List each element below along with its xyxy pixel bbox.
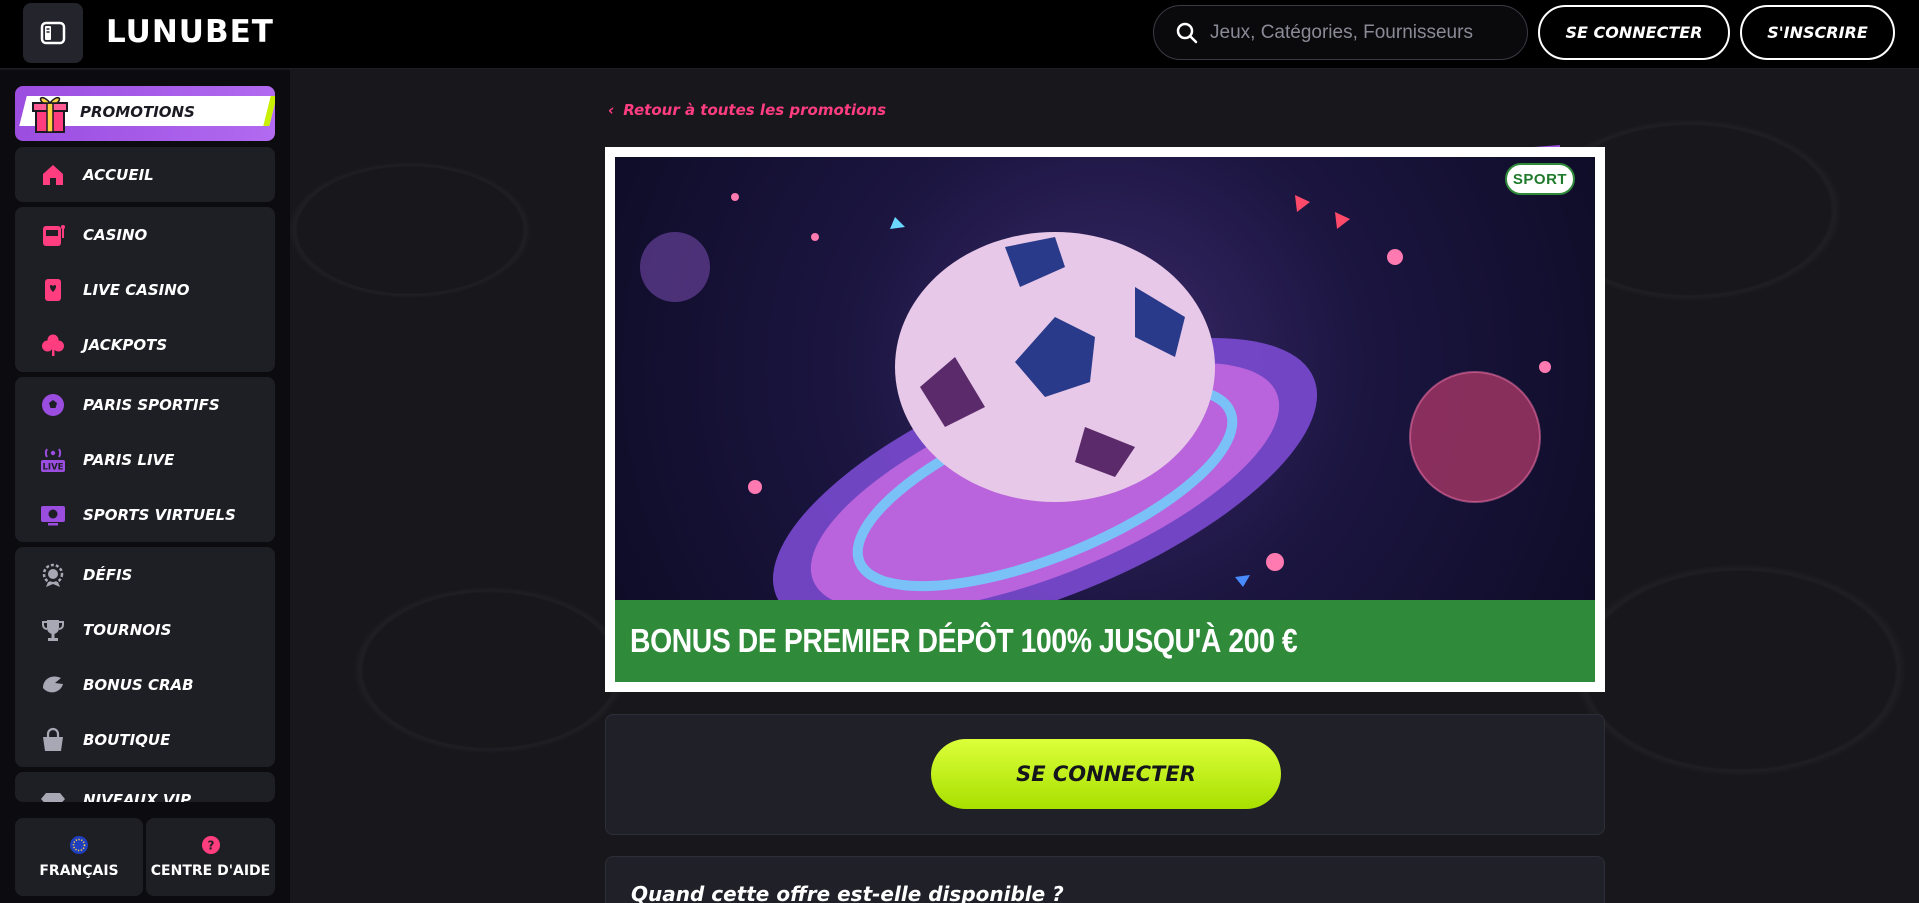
- slot-machine-icon: [40, 222, 66, 248]
- help-center-button[interactable]: ? CENTRE D'AIDE: [146, 818, 275, 896]
- help-icon: ?: [201, 836, 220, 854]
- svg-text:?: ?: [207, 839, 214, 853]
- sidebar-item-label: CASINO: [83, 225, 148, 244]
- chevron-left-icon: ‹: [608, 101, 615, 119]
- sidebar-item-paris-live[interactable]: LIVE PARIS LIVE: [15, 432, 275, 487]
- nav-group-sports: PARIS SPORTIFS LIVE PARIS LIVE SPORTS VI…: [15, 377, 275, 542]
- sidebar-toggle-icon: [40, 21, 66, 45]
- playing-card-icon: [40, 277, 66, 303]
- site-logo[interactable]: LUNUBET: [106, 14, 274, 50]
- language-selector[interactable]: FRANÇAIS: [15, 818, 143, 896]
- banner-title: BONUS DE PREMIER DÉPÔT 100% JUSQU'À 200 …: [630, 622, 1298, 659]
- sidebar-item-jackpots[interactable]: JACKPOTS: [15, 317, 275, 372]
- promotion-banner: BONUS DE PREMIER DÉPÔT 100% JUSQU'À 200 …: [605, 147, 1605, 692]
- trophy-icon: [40, 617, 66, 643]
- sidebar-item-label: JACKPOTS: [83, 335, 168, 354]
- sidebar-item-label: BONUS CRAB: [83, 675, 194, 694]
- crab-claw-icon: [40, 672, 66, 698]
- back-link-label: Retour à toutes les promotions: [623, 101, 886, 119]
- cta-panel: SE CONNECTER: [605, 714, 1605, 835]
- sidebar-item-casino[interactable]: CASINO: [15, 207, 275, 262]
- top-header: LUNUBET SE CONNECTER S'INSCRIRE: [0, 0, 1919, 69]
- sport-badge: SPORT: [1505, 163, 1575, 195]
- search-icon: [1176, 22, 1198, 43]
- live-broadcast-icon: LIVE: [40, 447, 66, 473]
- nav-group-vip: NIVEAUX VIP: [15, 772, 275, 802]
- virtual-screen-icon: [40, 502, 66, 528]
- sidebar-item-promotions[interactable]: PROMOTIONS: [15, 86, 275, 141]
- sidebar-item-label: PROMOTIONS: [80, 103, 195, 121]
- diamond-icon: [40, 787, 66, 802]
- sidebar-item-label: LIVE CASINO: [83, 280, 190, 299]
- header-register-button[interactable]: S'INSCRIRE: [1740, 5, 1895, 60]
- sidebar-item-bonus-crab[interactable]: BONUS CRAB: [15, 657, 275, 712]
- main-content: ‹ Retour à toutes les promotions BONUS D…: [290, 70, 1919, 903]
- clover-icon: [40, 332, 66, 358]
- login-cta-button[interactable]: SE CONNECTER: [931, 739, 1281, 809]
- header-login-button[interactable]: SE CONNECTER: [1538, 5, 1730, 60]
- sidebar-item-label: TOURNOIS: [83, 620, 172, 639]
- search-box[interactable]: [1153, 5, 1528, 60]
- soccer-ball-icon: [40, 392, 66, 418]
- sidebar-item-label: ACCUEIL: [83, 165, 154, 184]
- search-input[interactable]: [1210, 21, 1510, 44]
- medal-icon: [40, 562, 66, 588]
- faq-question: Quand cette offre est-elle disponible ?: [631, 882, 1064, 903]
- faq-panel[interactable]: Quand cette offre est-elle disponible ?: [605, 856, 1605, 903]
- sidebar-item-paris-sportifs[interactable]: PARIS SPORTIFS: [15, 377, 275, 432]
- home-icon: [40, 162, 66, 188]
- sidebar-item-label: NIVEAUX VIP: [83, 790, 192, 803]
- shopping-bag-icon: [40, 727, 66, 753]
- sidebar-item-accueil[interactable]: ACCUEIL: [15, 147, 275, 202]
- sidebar-item-label: PARIS LIVE: [83, 450, 175, 469]
- sidebar-item-live-casino[interactable]: LIVE CASINO: [15, 262, 275, 317]
- sidebar-toggle-button[interactable]: [23, 3, 83, 63]
- back-to-promotions-link[interactable]: ‹ Retour à toutes les promotions: [608, 101, 886, 119]
- sidebar-item-label: PARIS SPORTIFS: [83, 395, 220, 414]
- gift-icon: [32, 96, 68, 133]
- sidebar-item-tournois[interactable]: TOURNOIS: [15, 602, 275, 657]
- sidebar-item-defis[interactable]: DÉFIS: [15, 547, 275, 602]
- banner-image: BONUS DE PREMIER DÉPÔT 100% JUSQU'À 200 …: [615, 157, 1595, 682]
- sidebar-item-niveaux-vip[interactable]: NIVEAUX VIP: [15, 772, 275, 802]
- sidebar-item-boutique[interactable]: BOUTIQUE: [15, 712, 275, 767]
- nav-group-home: ACCUEIL: [15, 147, 275, 202]
- sidebar-item-label: DÉFIS: [83, 565, 133, 584]
- language-label: FRANÇAIS: [39, 863, 119, 879]
- svg-text:LIVE: LIVE: [43, 462, 64, 472]
- sidebar-item-label: BOUTIQUE: [83, 730, 171, 749]
- nav-group-casino: CASINO LIVE CASINO JACKPOTS: [15, 207, 275, 372]
- sidebar: PROMOTIONS ACCUEIL CASINO LIVE CASINO JA…: [0, 70, 290, 903]
- eu-flag-icon: [70, 836, 88, 854]
- sidebar-item-label: SPORTS VIRTUELS: [83, 505, 236, 524]
- sidebar-item-sports-virtuels[interactable]: SPORTS VIRTUELS: [15, 487, 275, 542]
- help-center-label: CENTRE D'AIDE: [150, 863, 271, 879]
- nav-group-rewards: DÉFIS TOURNOIS BONUS CRAB BOUTIQUE: [15, 547, 275, 767]
